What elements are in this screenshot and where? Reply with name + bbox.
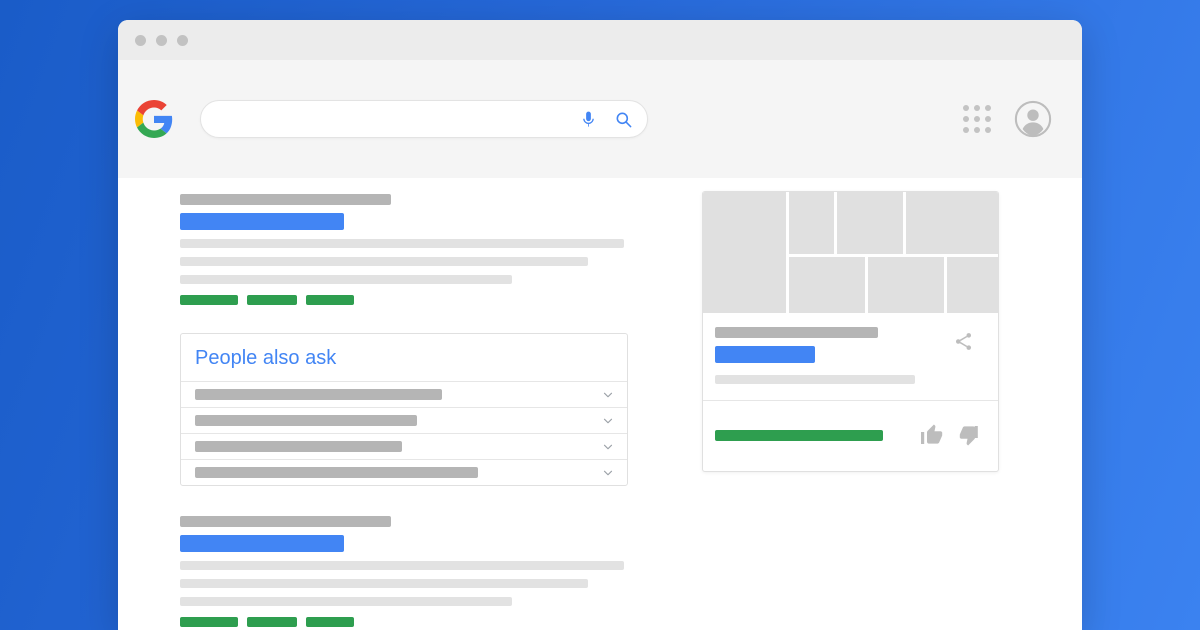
panel-title-placeholder	[715, 327, 879, 338]
maximize-dot[interactable]	[177, 34, 188, 46]
people-also-ask-row[interactable]	[181, 407, 627, 433]
people-also-ask-row[interactable]	[181, 459, 627, 485]
result-title-placeholder[interactable]	[180, 535, 344, 552]
result-description-line	[180, 275, 512, 284]
paa-question-placeholder	[195, 441, 402, 452]
paa-question-placeholder	[195, 389, 442, 400]
organic-results-column: People also ask	[180, 194, 628, 630]
result-url-placeholder	[180, 516, 391, 527]
feedback-controls	[920, 423, 982, 447]
knowledge-panel-image-mosaic[interactable]	[703, 192, 998, 313]
mosaic-tile[interactable]	[837, 192, 903, 254]
thumb-up-icon[interactable]	[920, 423, 944, 447]
result-url-placeholder	[180, 194, 391, 205]
browser-window: People also ask	[118, 20, 1082, 630]
page-background: People also ask	[0, 0, 1200, 630]
google-search-header	[118, 60, 1082, 178]
result-tags	[180, 617, 628, 627]
mosaic-tile[interactable]	[789, 257, 865, 313]
thumb-down-icon[interactable]	[958, 423, 982, 447]
knowledge-panel-footer	[703, 400, 998, 471]
result-tag[interactable]	[247, 295, 297, 305]
people-also-ask-box: People also ask	[180, 333, 628, 486]
knowledge-panel-column	[702, 191, 999, 472]
panel-subtitle-placeholder[interactable]	[715, 346, 815, 363]
share-icon[interactable]	[953, 331, 974, 352]
result-title-placeholder[interactable]	[180, 213, 344, 230]
google-logo[interactable]	[135, 100, 173, 138]
result-description-line	[180, 579, 588, 588]
people-also-ask-title: People also ask	[195, 347, 337, 369]
minimize-dot[interactable]	[156, 34, 167, 46]
mosaic-tile[interactable]	[947, 257, 998, 313]
result-description-line	[180, 239, 624, 248]
chevron-down-icon[interactable]	[601, 440, 615, 454]
search-input[interactable]	[201, 101, 563, 137]
panel-footer-tag[interactable]	[715, 429, 883, 441]
search-bar[interactable]	[200, 100, 648, 138]
close-dot[interactable]	[135, 34, 146, 46]
result-tag[interactable]	[247, 617, 297, 627]
browser-titlebar	[118, 20, 1082, 60]
microphone-icon[interactable]	[579, 110, 598, 129]
result-tag[interactable]	[180, 617, 238, 627]
mosaic-tile-main[interactable]	[703, 192, 786, 313]
result-tag[interactable]	[180, 295, 238, 305]
knowledge-panel-body	[703, 313, 998, 400]
chevron-down-icon[interactable]	[601, 466, 615, 480]
search-result[interactable]	[180, 194, 628, 305]
panel-description-line	[715, 375, 915, 384]
google-apps-grid-icon[interactable]	[963, 105, 991, 133]
chevron-down-icon[interactable]	[601, 414, 615, 428]
mosaic-tile[interactable]	[789, 192, 834, 254]
people-also-ask-row[interactable]	[181, 433, 627, 459]
magnifier-icon[interactable]	[614, 110, 633, 129]
people-also-ask-row[interactable]	[181, 381, 627, 407]
result-tags	[180, 295, 628, 305]
result-description-line	[180, 597, 512, 606]
result-tag[interactable]	[306, 295, 354, 305]
paa-question-placeholder	[195, 467, 478, 478]
result-description-line	[180, 561, 624, 570]
header-right-actions	[963, 100, 1052, 138]
account-avatar-icon[interactable]	[1014, 100, 1052, 138]
mosaic-tile[interactable]	[906, 192, 998, 254]
knowledge-panel	[702, 191, 999, 472]
mosaic-tile[interactable]	[868, 257, 944, 313]
result-tag[interactable]	[306, 617, 354, 627]
result-description-line	[180, 257, 588, 266]
chevron-down-icon[interactable]	[601, 388, 615, 402]
search-results-content: People also ask	[118, 178, 1082, 630]
search-result[interactable]	[180, 516, 628, 627]
paa-question-placeholder	[195, 415, 417, 426]
